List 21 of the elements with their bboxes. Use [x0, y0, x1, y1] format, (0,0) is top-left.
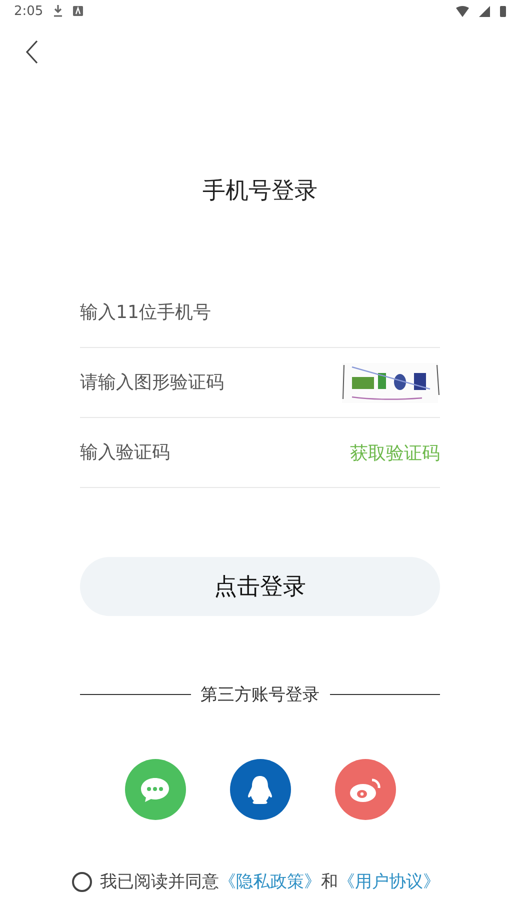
download-icon — [53, 5, 64, 17]
back-icon — [25, 40, 39, 64]
notification-icon — [73, 6, 84, 16]
privacy-policy-link[interactable]: 《隐私政策》 — [219, 870, 321, 893]
page-title: 手机号登录 — [202, 177, 318, 206]
agree-radio[interactable] — [72, 872, 92, 892]
signal-icon — [479, 6, 490, 16]
wifi-icon — [456, 6, 469, 16]
input-field[interactable]: 输入11位手机号 — [80, 292, 440, 332]
user-agreement-link[interactable]: 《用户协议》 — [338, 870, 440, 893]
section-heading: 第三方账号登录 — [200, 684, 320, 706]
battery-icon — [500, 6, 506, 16]
agreement-text: 我已阅读并同意 — [100, 871, 219, 893]
login-button[interactable]: 点击登录 — [80, 557, 440, 616]
get-code-button[interactable]: 获取验证码 — [350, 440, 440, 464]
input-field[interactable]: 输入验证码 — [80, 432, 350, 472]
agreement-joiner: 和 — [321, 871, 338, 893]
status-time: 2:05 — [14, 4, 44, 18]
chat-bubble-icon — [139, 776, 171, 804]
penguin-icon — [246, 774, 274, 806]
input-field[interactable]: 请输入图形验证码 — [80, 362, 340, 402]
